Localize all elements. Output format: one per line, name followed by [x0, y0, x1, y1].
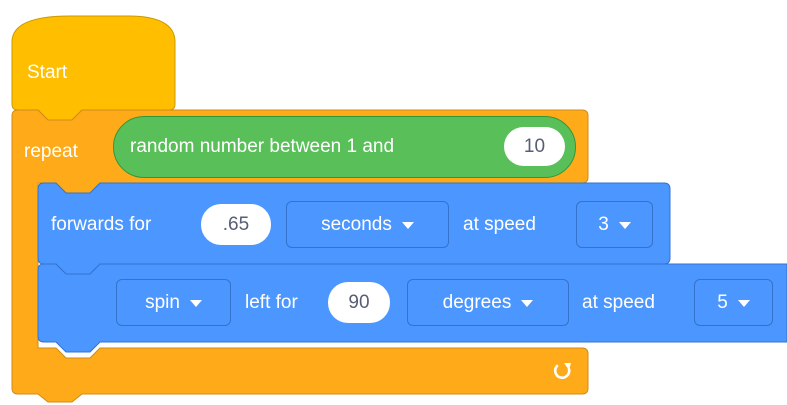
spin-speed-label: at speed: [582, 292, 655, 313]
spin-speed-value: 5: [717, 291, 728, 313]
forwards-label: forwards for: [51, 214, 152, 235]
forwards-speed-label: at speed: [463, 214, 536, 235]
repeat-label: repeat: [24, 141, 78, 162]
chevron-down-icon: [618, 222, 631, 229]
spin-speed-dropdown[interactable]: 5: [694, 279, 773, 326]
spin-amount-input[interactable]: 90: [328, 282, 390, 323]
chevron-down-icon: [401, 222, 414, 229]
chevron-down-icon: [189, 300, 202, 307]
forwards-unit-value: seconds: [321, 213, 392, 235]
spin-unit-dropdown[interactable]: degrees: [407, 279, 569, 326]
random-number-label: random number between 1 and: [130, 136, 395, 157]
spin-unit-value: degrees: [442, 291, 512, 313]
forwards-duration-input[interactable]: .65: [201, 204, 271, 245]
forwards-speed-value: 3: [598, 213, 609, 235]
random-number-reporter[interactable]: random number between 1 and 10: [113, 116, 576, 178]
chevron-down-icon: [737, 300, 750, 307]
spin-mode-value: spin: [145, 291, 180, 313]
forwards-speed-dropdown[interactable]: 3: [576, 201, 653, 248]
spin-direction-label: left for: [245, 292, 298, 313]
start-label: Start: [27, 62, 68, 83]
chevron-down-icon: [521, 300, 534, 307]
random-max-input[interactable]: 10: [504, 127, 565, 166]
forwards-unit-dropdown[interactable]: seconds: [286, 201, 449, 248]
spin-mode-dropdown[interactable]: spin: [116, 279, 231, 326]
